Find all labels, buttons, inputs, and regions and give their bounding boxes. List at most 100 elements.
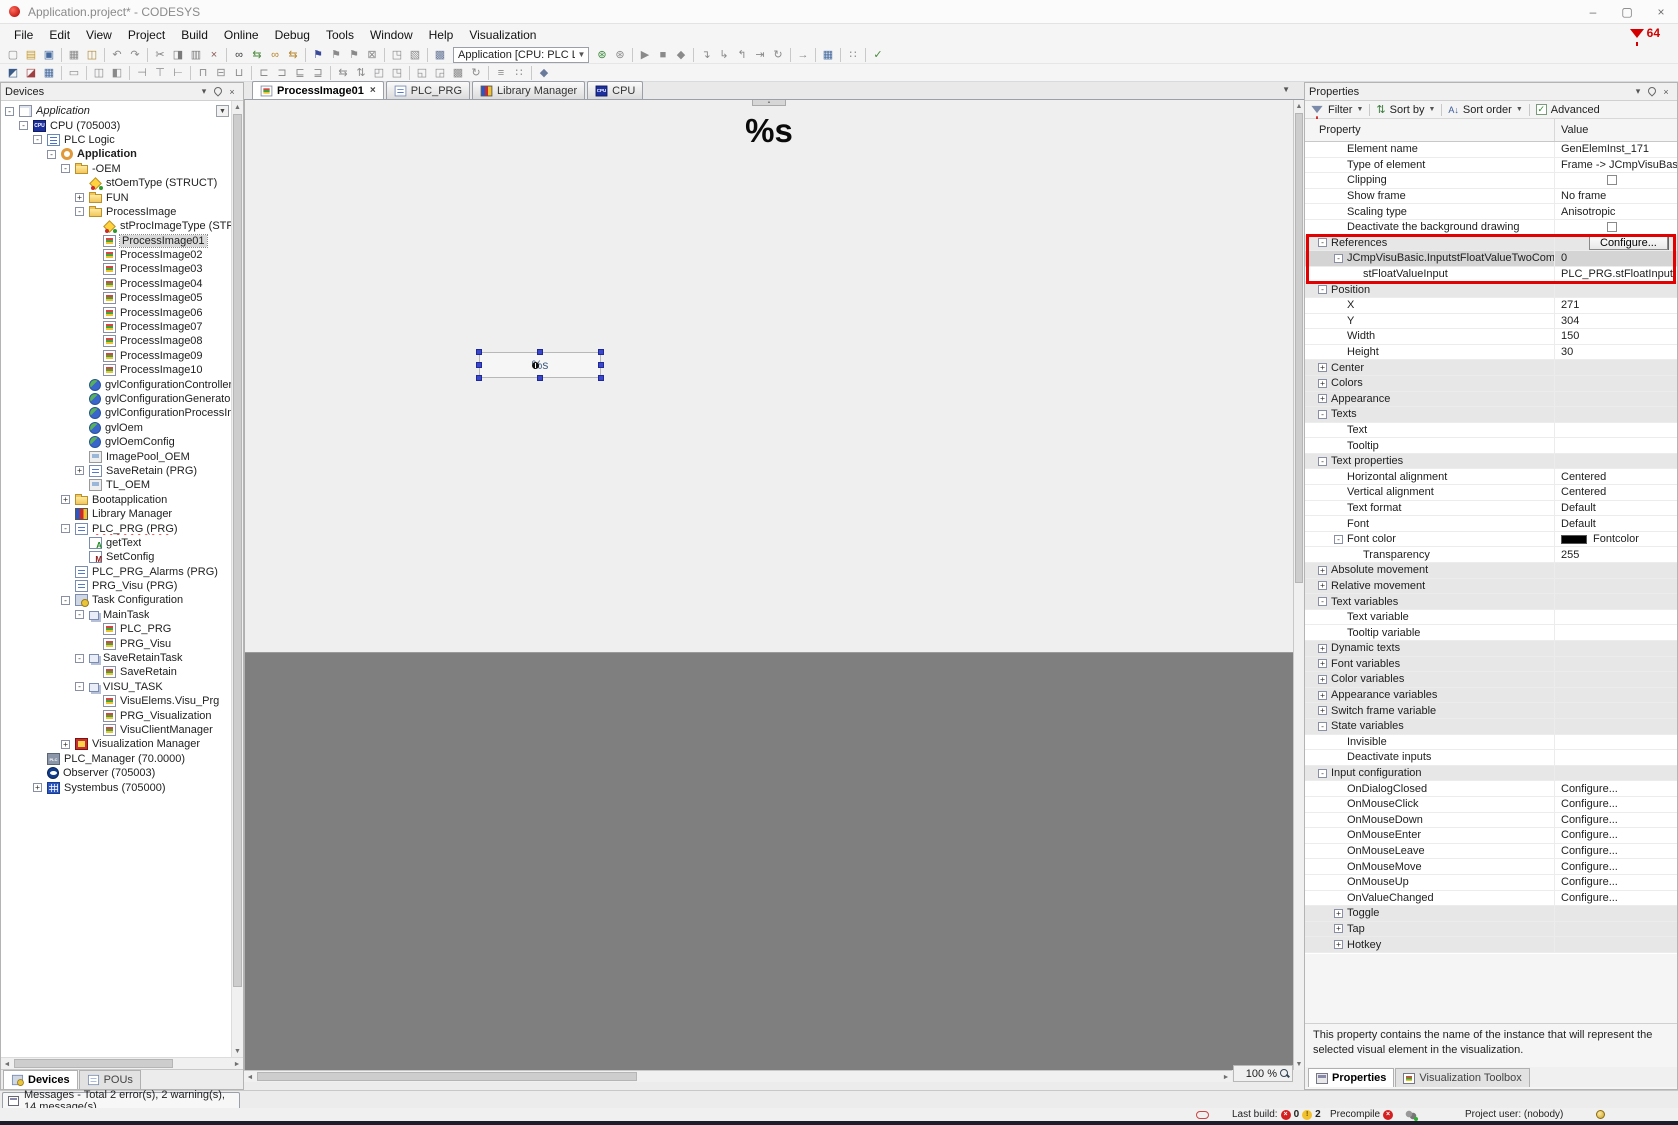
save-project-icon[interactable]: ▣ xyxy=(40,47,58,63)
run-to-cursor-icon[interactable]: ⇥ xyxy=(751,47,769,63)
tree-item[interactable]: ImagePool_OEM xyxy=(1,449,231,463)
tree-item[interactable]: getText xyxy=(1,536,231,550)
property-row[interactable]: - Text properties xyxy=(1305,453,1677,470)
tree-item[interactable]: - PLC_PRG (PRG) xyxy=(1,521,231,535)
property-row[interactable]: Invisible xyxy=(1305,734,1677,751)
tree-item[interactable]: gvlConfigurationController xyxy=(1,377,231,391)
property-row[interactable]: + Color variables xyxy=(1305,672,1677,688)
clear-bookmarks-icon[interactable]: ⊠ xyxy=(363,47,381,63)
editor-tab-library manager[interactable]: Library Manager xyxy=(472,81,586,99)
element-selection-icon[interactable]: ◪ xyxy=(22,65,40,81)
property-value[interactable]: Default xyxy=(1561,502,1596,514)
one-forward-icon[interactable]: ◱ xyxy=(413,65,431,81)
property-row[interactable]: - Text variables xyxy=(1305,594,1677,610)
cut-icon[interactable]: ✂ xyxy=(151,47,169,63)
collapse-icon[interactable]: - xyxy=(61,164,70,174)
size-to-grid-icon[interactable]: ⊒ xyxy=(309,65,327,81)
collapse-icon[interactable]: - xyxy=(75,207,84,217)
property-value[interactable]: 271 xyxy=(1561,299,1579,311)
tree-item[interactable]: - Task Configuration xyxy=(1,593,231,608)
property-row[interactable]: OnMouseClick Configure... xyxy=(1305,796,1677,813)
align-right-icon[interactable]: ⊢ xyxy=(169,65,187,81)
property-row[interactable]: - Texts xyxy=(1305,407,1677,423)
property-row[interactable]: Text format Default xyxy=(1305,500,1677,517)
property-row[interactable]: + Switch frame variable xyxy=(1305,703,1677,719)
tree-item[interactable]: stProcImageType (STRUCT) xyxy=(1,219,231,234)
properties-menu-icon[interactable]: ▾ xyxy=(1631,86,1645,97)
resize-handle-nw[interactable] xyxy=(476,349,482,355)
configure-link[interactable]: Configure... xyxy=(1561,876,1618,888)
messages-tab[interactable]: Messages - Total 2 error(s), 2 warning(s… xyxy=(2,1089,240,1113)
tree-item[interactable]: - SaveRetainTask xyxy=(1,651,231,665)
collapse-icon[interactable]: - xyxy=(75,682,84,692)
toggle-bookmark-icon[interactable]: ⚑ xyxy=(309,47,327,63)
devices-horizontal-scrollbar[interactable]: ◄ ► xyxy=(1,1057,243,1069)
tree-item[interactable]: gvlConfigurationGenerator xyxy=(1,392,231,406)
collapse-icon[interactable]: - xyxy=(1318,238,1327,248)
element-list-icon[interactable]: ≡ xyxy=(492,65,510,81)
property-row[interactable]: OnMouseLeave Configure... xyxy=(1305,843,1677,860)
tree-item[interactable]: PRG_Visu xyxy=(1,636,231,650)
one-backward-icon[interactable]: ◲ xyxy=(431,65,449,81)
tree-item[interactable]: ProcessImage10 xyxy=(1,363,231,377)
tree-item[interactable]: SaveRetain xyxy=(1,665,231,679)
make-same-width-icon[interactable]: ⊏ xyxy=(255,65,273,81)
align-bottom-icon[interactable]: ⊔ xyxy=(230,65,248,81)
property-row[interactable]: OnMouseDown Configure... xyxy=(1305,812,1677,829)
property-row[interactable]: + Appearance xyxy=(1305,391,1677,408)
step-out-icon[interactable]: ↰ xyxy=(733,47,751,63)
copy-icon[interactable]: ◨ xyxy=(169,47,187,63)
tab-visualization-toolbox[interactable]: Visualization Toolbox xyxy=(1395,1068,1530,1087)
property-row[interactable]: Width 150 xyxy=(1305,329,1677,345)
project-combo-icon[interactable]: ▼ xyxy=(216,105,229,117)
property-value[interactable]: 255 xyxy=(1561,549,1579,561)
expand-icon[interactable]: + xyxy=(33,783,42,793)
tree-item[interactable]: gvlConfigurationProcessImage xyxy=(1,406,231,420)
property-value[interactable]: GenElemInst_171 xyxy=(1561,143,1649,155)
scroll-up-icon[interactable]: ▲ xyxy=(1294,100,1304,112)
property-row[interactable]: + Appearance variables xyxy=(1305,687,1677,704)
property-row[interactable]: Element name GenElemInst_171 xyxy=(1305,142,1677,158)
property-value[interactable]: 30 xyxy=(1561,346,1573,358)
copy-special-icon[interactable]: ◫ xyxy=(83,47,101,63)
property-row[interactable]: + Toggle xyxy=(1305,906,1677,922)
expand-icon[interactable]: + xyxy=(1318,363,1327,373)
open-project-icon[interactable]: ▤ xyxy=(22,47,40,63)
tree-item[interactable]: ProcessImage03 xyxy=(1,262,231,276)
expand-icon[interactable]: + xyxy=(75,466,84,476)
hotkeys-table-icon[interactable]: ▦ xyxy=(40,65,58,81)
tree-item[interactable]: ProcessImage06 xyxy=(1,305,231,319)
property-row[interactable]: Y 304 xyxy=(1305,313,1677,330)
tab-devices[interactable]: Devices xyxy=(3,1070,78,1089)
configure-link[interactable]: Configure... xyxy=(1561,814,1618,826)
property-row[interactable]: - State variables xyxy=(1305,718,1677,735)
configure-link[interactable]: Configure... xyxy=(1561,892,1618,904)
expand-icon[interactable]: + xyxy=(1318,581,1327,591)
logout-icon[interactable]: ⊛ xyxy=(611,47,629,63)
tree-item[interactable]: - CPU (705003) xyxy=(1,118,231,132)
expand-icon[interactable]: + xyxy=(61,739,70,749)
zoom-control[interactable]: 100 % xyxy=(1233,1065,1293,1082)
expand-icon[interactable]: + xyxy=(1334,908,1343,918)
expand-icon[interactable]: + xyxy=(1318,674,1327,684)
align-left-icon[interactable]: ⊣ xyxy=(133,65,151,81)
start-icon[interactable]: ▶ xyxy=(636,47,654,63)
resize-handle-sw[interactable] xyxy=(476,375,482,381)
collapse-icon[interactable]: - xyxy=(61,524,70,534)
sortby-button[interactable]: Sort by xyxy=(1390,104,1425,116)
collapse-icon[interactable]: - xyxy=(1334,534,1343,544)
property-row[interactable]: OnDialogClosed Configure... xyxy=(1305,781,1677,797)
tree-item[interactable]: + Systembus (705000) xyxy=(1,780,231,794)
tree-item[interactable]: + Visualization Manager xyxy=(1,737,231,751)
property-row[interactable]: Type of element Frame -> JCmpVisuBasic.In… xyxy=(1305,157,1677,174)
find-in-project-icon[interactable]: ∞ xyxy=(266,47,284,63)
property-row[interactable]: + Center xyxy=(1305,360,1677,376)
font-color-swatch[interactable] xyxy=(1561,534,1587,544)
property-value[interactable]: PLC_PRG.stFloatInput xyxy=(1561,268,1673,280)
tree-item[interactable]: - ProcessImage xyxy=(1,205,231,219)
menu-online[interactable]: Online xyxy=(216,25,267,45)
property-row[interactable]: OnValueChanged Configure... xyxy=(1305,890,1677,907)
tab-properties[interactable]: Properties xyxy=(1308,1068,1395,1087)
visualization-settings-icon[interactable]: ◩ xyxy=(4,65,22,81)
configure-link[interactable]: Configure... xyxy=(1561,861,1618,873)
